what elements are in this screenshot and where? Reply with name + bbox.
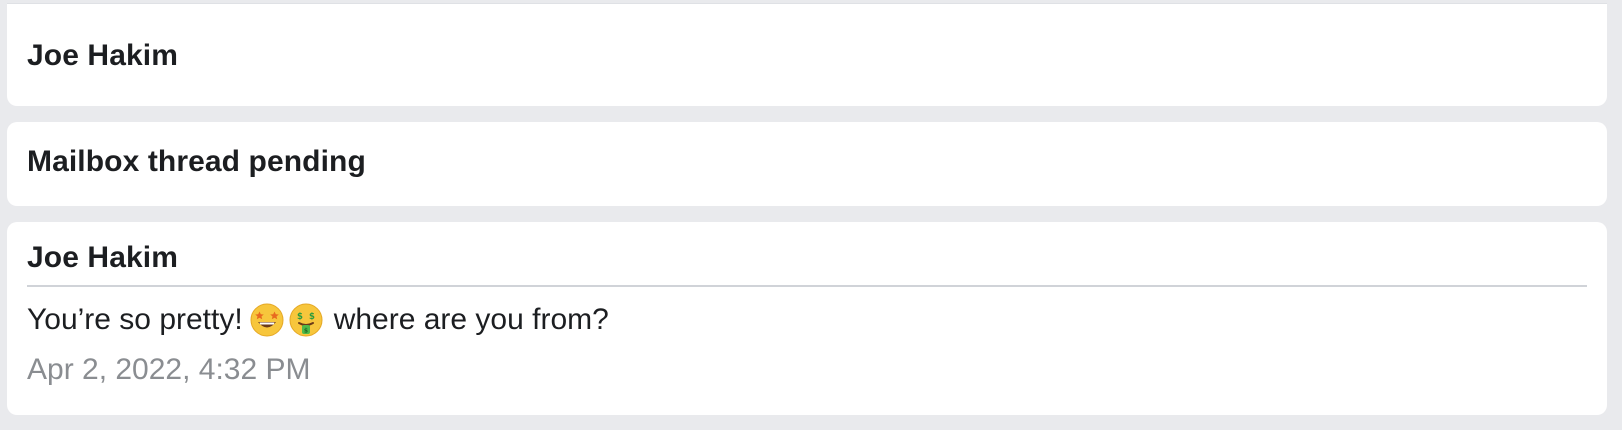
message-text-end: where are you from? <box>333 303 609 336</box>
message-timestamp: Apr 2, 2022, 4:32 PM <box>27 353 311 386</box>
svg-text:$: $ <box>297 312 303 322</box>
sender-divider <box>27 285 1587 287</box>
svg-text:$: $ <box>304 328 308 335</box>
thread-status-card: Mailbox thread pending <box>7 122 1607 206</box>
svg-text:$: $ <box>309 312 315 322</box>
message-thread-page: Joe Hakim Mailbox thread pending Joe Hak… <box>0 0 1622 430</box>
money-mouth-emoji: $ $ $ <box>289 303 323 337</box>
thread-status: Mailbox thread pending <box>27 145 366 178</box>
contact-name: Joe Hakim <box>27 39 178 72</box>
message-card: Joe Hakim You’re so pretty! $ $ $ where … <box>7 222 1607 415</box>
message-text-start: You’re so pretty! <box>27 303 243 336</box>
contact-card: Joe Hakim <box>7 3 1607 106</box>
message-sender: Joe Hakim <box>27 241 178 274</box>
message-body: You’re so pretty! $ $ $ where are you fr… <box>27 302 609 338</box>
star-struck-emoji <box>250 303 284 337</box>
